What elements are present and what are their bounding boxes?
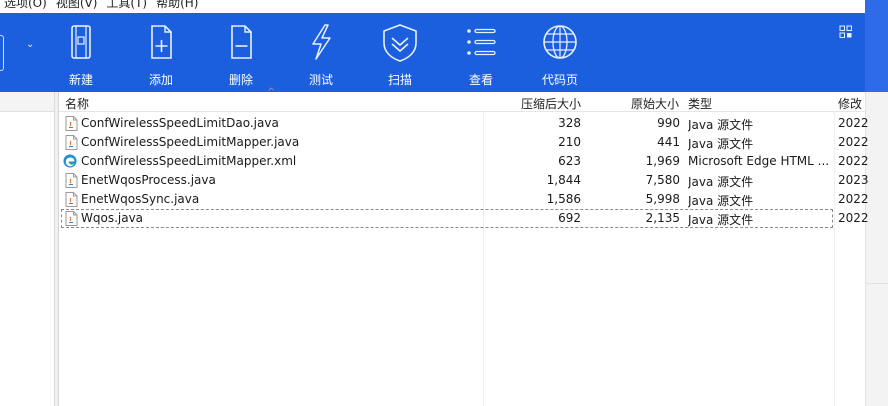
modified-date: 2022 (838, 211, 868, 225)
new-archive-icon (71, 25, 91, 59)
file-name: ConfWirelessSpeedLimitDao.java (81, 116, 279, 130)
packed-size: 1,844 (546, 173, 581, 187)
folder-tree-pane[interactable] (0, 92, 55, 406)
java-file-icon (65, 173, 78, 188)
column-header-original-size[interactable]: 原始大小 (631, 95, 679, 112)
file-type: Java 源文件 (688, 175, 754, 189)
test-button[interactable]: 测试 (295, 13, 347, 92)
column-header-packed-size[interactable]: 压缩后大小 (521, 95, 581, 112)
original-size: 5,998 (645, 192, 680, 206)
column-header-name[interactable]: 名称 (65, 95, 89, 112)
add-icon (151, 25, 172, 59)
column-header-modified[interactable]: 修改 (838, 95, 862, 112)
codepage-button[interactable]: 代码页 (534, 13, 586, 92)
chevron-down-icon[interactable]: ⌄ (26, 39, 34, 50)
file-name: EnetWqosProcess.java (81, 173, 216, 187)
packed-size: 210 (558, 135, 581, 149)
file-type: Microsoft Edge HTML ... (688, 154, 830, 168)
file-name: ConfWirelessSpeedLimitMapper.xml (81, 154, 297, 168)
packed-size: 623 (558, 154, 581, 168)
java-file-icon (65, 211, 78, 226)
file-type: Java 源文件 (688, 137, 754, 151)
scrollbar-track[interactable] (865, 92, 888, 406)
file-list-header: ^ 名称 压缩后大小 原始大小 类型 修改 (59, 87, 865, 112)
packed-size: 328 (558, 116, 581, 130)
test-icon (312, 24, 331, 60)
view-button[interactable]: 查看 (455, 13, 507, 92)
add-button[interactable]: 添加 (135, 13, 187, 92)
codepage-icon (543, 25, 577, 59)
table-row[interactable]: ConfWirelessSpeedLimitMapper.java 210 441 J… (61, 133, 868, 152)
delete-icon (231, 25, 252, 59)
java-file-icon (65, 192, 78, 207)
file-type: Java 源文件 (688, 194, 754, 208)
delete-button-label: 删除 (228, 73, 253, 87)
view-icon (467, 28, 496, 56)
delete-button[interactable]: 删除 (215, 13, 267, 92)
add-button-label: 添加 (148, 73, 173, 87)
original-size: 990 (657, 116, 680, 130)
file-name: Wqos.java (81, 211, 144, 225)
modified-date: 2022 (838, 154, 868, 168)
sort-ascending-icon: ^ (267, 87, 276, 98)
modified-date: 2023 (838, 173, 868, 187)
test-button-label: 测试 (308, 73, 333, 87)
table-row[interactable]: Wqos.java 692 2,135 Java 源文件 2022 (61, 209, 868, 228)
menu-options[interactable]: 选项(O) (4, 0, 47, 11)
table-row[interactable]: EnetWqosProcess.java 1,844 7,580 Java 源文件 20… (61, 171, 868, 190)
modified-date: 2022 (838, 192, 868, 206)
menu-tools[interactable]: 工具(T) (106, 0, 147, 11)
packed-size: 692 (558, 211, 581, 225)
column-divider (834, 112, 835, 406)
side-panel-edge (865, 0, 888, 92)
table-row[interactable]: ConfWirelessSpeedLimitMapper.xml 623 1,969… (61, 152, 868, 171)
toolbar: ⌄ 新建 添加 删除 测试 扫描 查看 代码页 (0, 13, 865, 92)
packed-size: 1,586 (546, 192, 581, 206)
menu-bar: 选项(O) 视图(V) 工具(T) 帮助(H) (0, 0, 865, 13)
java-file-icon (65, 116, 78, 131)
java-file-icon (65, 135, 78, 150)
menu-view[interactable]: 视图(V) (56, 0, 98, 11)
layout-grid-icon[interactable] (839, 25, 853, 39)
scan-button[interactable]: 扫描 (374, 13, 426, 92)
original-size: 441 (657, 135, 680, 149)
file-type: Java 源文件 (688, 118, 754, 132)
scrollbar-divider (866, 283, 888, 284)
original-size: 2,135 (645, 211, 680, 225)
codepage-button-label: 代码页 (541, 73, 578, 87)
table-row[interactable]: ConfWirelessSpeedLimitDao.java 328 990 Java… (61, 114, 868, 133)
menu-help[interactable]: 帮助(H) (156, 0, 198, 11)
scan-icon (383, 24, 417, 62)
new-button-label: 新建 (68, 73, 93, 87)
file-type: Java 源文件 (688, 213, 754, 227)
scan-button-label: 扫描 (387, 73, 412, 87)
table-row[interactable]: EnetWqosSync.java 1,586 5,998 Java 源文件 2022 (61, 190, 868, 209)
file-name: EnetWqosSync.java (81, 192, 200, 206)
folder-tree-header (0, 92, 54, 112)
file-list[interactable]: ^ 名称 压缩后大小 原始大小 类型 修改 ConfWirelessSpeedL… (59, 87, 868, 406)
file-name: ConfWirelessSpeedLimitMapper.java (81, 135, 300, 149)
original-size: 1,969 (645, 154, 680, 168)
view-button-label: 查看 (468, 73, 493, 87)
original-size: 7,580 (645, 173, 680, 187)
modified-date: 2022 (838, 135, 868, 149)
extract-button-partial[interactable] (0, 35, 4, 71)
new-button[interactable]: 新建 (55, 13, 107, 92)
column-header-type[interactable]: 类型 (688, 95, 712, 112)
modified-date: 2022 (838, 116, 868, 130)
edge-icon (63, 154, 77, 168)
